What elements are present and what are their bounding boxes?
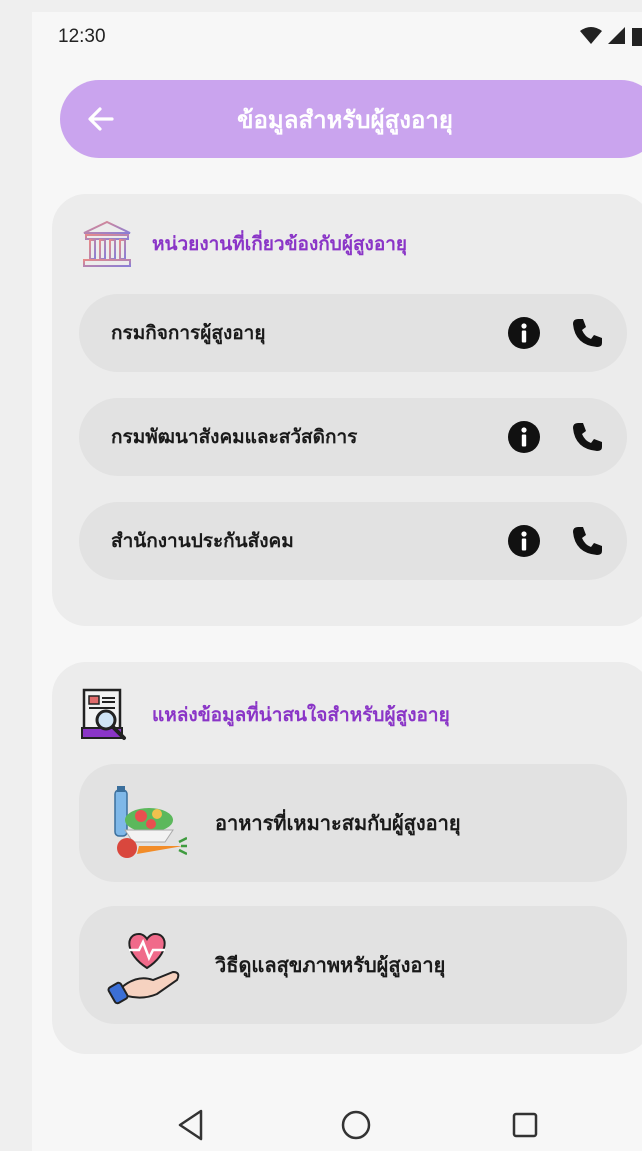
status-time: 12:30 — [58, 26, 106, 47]
wifi-icon — [580, 27, 602, 44]
agency-label: สำนักงานประกันสังคม — [111, 530, 294, 552]
government-building-icon — [83, 220, 131, 267]
system-nav-bar — [32, 1102, 642, 1151]
agencies-title: หน่วยงานที่เกี่ยวข้องกับผู้สูงอายุ — [152, 233, 408, 255]
home-circle-icon[interactable] — [340, 1108, 372, 1142]
resource-label: วิธีดูแลสุขภาพหรับผู้สูงอายุ — [215, 953, 446, 977]
agency-label: กรมพัฒนาสังคมและสวัสดิการ — [111, 426, 358, 448]
resources-card: แหล่งข้อมูลที่น่าสนใจสำหรับผู้สูงอายุ อา… — [52, 662, 642, 1054]
agency-item-older-persons-dept[interactable]: กรมกิจการผู้สูงอายุ — [79, 294, 627, 372]
phone-icon[interactable] — [571, 525, 603, 557]
resources-title: แหล่งข้อมูลที่น่าสนใจสำหรับผู้สูงอายุ — [152, 704, 450, 726]
agency-item-social-dev-dept[interactable]: กรมพัฒนาสังคมและสวัสดิการ — [79, 398, 627, 476]
resource-item-suitable-food[interactable]: อาหารที่เหมาะสมกับผู้สูงอายุ — [79, 764, 627, 882]
signal-icon — [608, 27, 625, 44]
resource-item-health-care[interactable]: วิธีดูแลสุขภาพหรับผู้สูงอายุ — [79, 906, 627, 1024]
back-triangle-icon[interactable] — [176, 1108, 206, 1142]
info-icon[interactable] — [507, 420, 541, 454]
agency-label: กรมกิจการผู้สูงอายุ — [111, 322, 266, 344]
info-icon[interactable] — [507, 316, 541, 350]
phone-icon[interactable] — [571, 317, 603, 349]
agencies-header: หน่วยงานที่เกี่ยวข้องกับผู้สูงอายุ — [80, 220, 407, 268]
page-title: ข้อมูลสำหรับผู้สูงอายุ — [237, 105, 453, 134]
phone-screen: 12:30 ข้อมูลสำหรับผู้สูงอายุ หน่วยงานที่… — [32, 12, 642, 1151]
status-icons — [580, 26, 642, 46]
status-bar: 12:30 — [32, 12, 642, 64]
resources-header: แหล่งข้อมูลที่น่าสนใจสำหรับผู้สูงอายุ — [80, 688, 450, 742]
info-icon[interactable] — [507, 524, 541, 558]
healthy-food-icon — [114, 786, 187, 858]
phone-icon[interactable] — [571, 421, 603, 453]
document-search-icon — [81, 688, 126, 740]
agencies-card: หน่วยงานที่เกี่ยวข้องกับผู้สูงอายุ กรมกิ… — [52, 194, 642, 626]
heart-in-hand-icon — [107, 932, 180, 1005]
recents-square-icon[interactable] — [510, 1108, 540, 1142]
app-bar: ข้อมูลสำหรับผู้สูงอายุ — [60, 80, 642, 158]
agency-item-social-security-office[interactable]: สำนักงานประกันสังคม — [79, 502, 627, 580]
resource-label: อาหารที่เหมาะสมกับผู้สูงอายุ — [215, 811, 461, 835]
battery-icon — [632, 28, 642, 46]
